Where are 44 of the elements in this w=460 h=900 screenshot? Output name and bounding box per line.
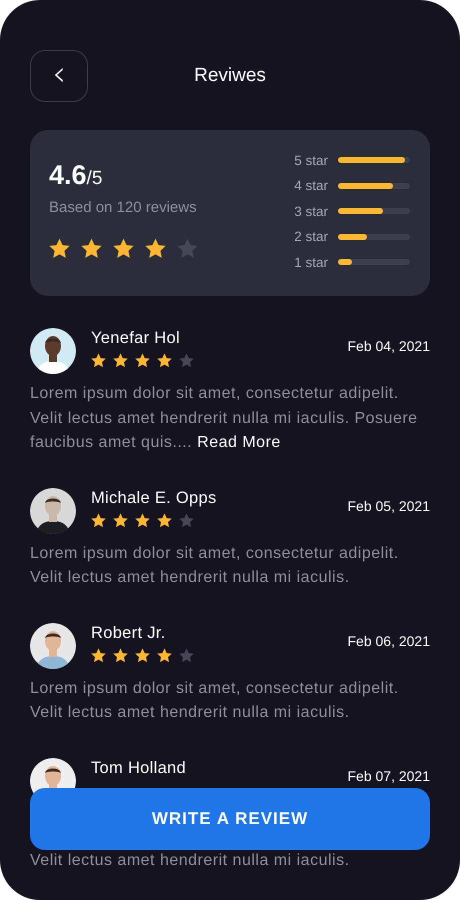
review-date: Feb 07, 2021 bbox=[347, 768, 430, 782]
review-text: Lorem ipsum dolor sit amet, consectetur adipelit. Velit lectus amet hendrerit nulla mi iaculis. Posuere faucibus amet quis.... Read More bbox=[30, 384, 419, 453]
bar-label: 1 star bbox=[293, 254, 328, 270]
star-icon bbox=[81, 238, 102, 259]
star-icon bbox=[157, 353, 172, 368]
reviewer-name: Yenefar Hol bbox=[91, 328, 181, 348]
review-date: Feb 06, 2021 bbox=[347, 634, 430, 648]
average-rating: 4.6 bbox=[49, 160, 87, 190]
review-date: Feb 05, 2021 bbox=[347, 498, 430, 512]
star-icon bbox=[179, 353, 194, 368]
star-icon bbox=[135, 353, 150, 368]
star-icon bbox=[113, 648, 128, 662]
back-button[interactable]: ‹ bbox=[30, 50, 88, 102]
star-icon bbox=[157, 512, 172, 528]
star-icon bbox=[157, 648, 172, 662]
bar-label: 5 star bbox=[293, 152, 328, 168]
star-icon bbox=[179, 512, 194, 528]
star-icon bbox=[91, 353, 106, 368]
star-icon bbox=[113, 353, 128, 368]
page-title: Reviwes bbox=[194, 65, 266, 86]
read-more-link[interactable]: Read More bbox=[197, 434, 281, 451]
bar-label: 2 star bbox=[293, 229, 328, 244]
reviewer-name: Robert Jr. bbox=[91, 622, 167, 642]
star-icon bbox=[91, 648, 106, 662]
review-text: Lorem ipsum dolor sit amet, consectetur adipelit. Velit lectus amet hendrerit nulla mi iaculis. bbox=[30, 678, 400, 723]
review-text: Velit lectus amet hendrerit nulla mi iaculis. bbox=[30, 850, 351, 870]
star-icon bbox=[135, 648, 150, 662]
review-count: Based on 120 reviews bbox=[49, 199, 198, 216]
star-icon bbox=[145, 238, 166, 259]
star-icon bbox=[177, 238, 198, 259]
bar-label: 4 star bbox=[293, 178, 328, 194]
bar-label: 3 star bbox=[293, 204, 328, 219]
rating-scale: /5 bbox=[86, 168, 102, 189]
write-review-button[interactable]: WRITE A REVIEW bbox=[30, 788, 430, 850]
star-icon bbox=[91, 512, 106, 528]
review-text: Lorem ipsum dolor sit amet, consectetur adipelit. Velit lectus amet hendrerit nulla mi iaculis. bbox=[30, 544, 400, 588]
reviewer-name: Tom Holland bbox=[91, 758, 188, 778]
star-icon bbox=[113, 512, 128, 528]
star-icon bbox=[135, 512, 150, 528]
star-icon bbox=[49, 238, 70, 259]
star-icon bbox=[179, 648, 194, 662]
star-icon bbox=[113, 238, 134, 259]
review-date: Feb 04, 2021 bbox=[347, 339, 430, 353]
reviewer-name: Michale E. Opps bbox=[91, 488, 218, 508]
